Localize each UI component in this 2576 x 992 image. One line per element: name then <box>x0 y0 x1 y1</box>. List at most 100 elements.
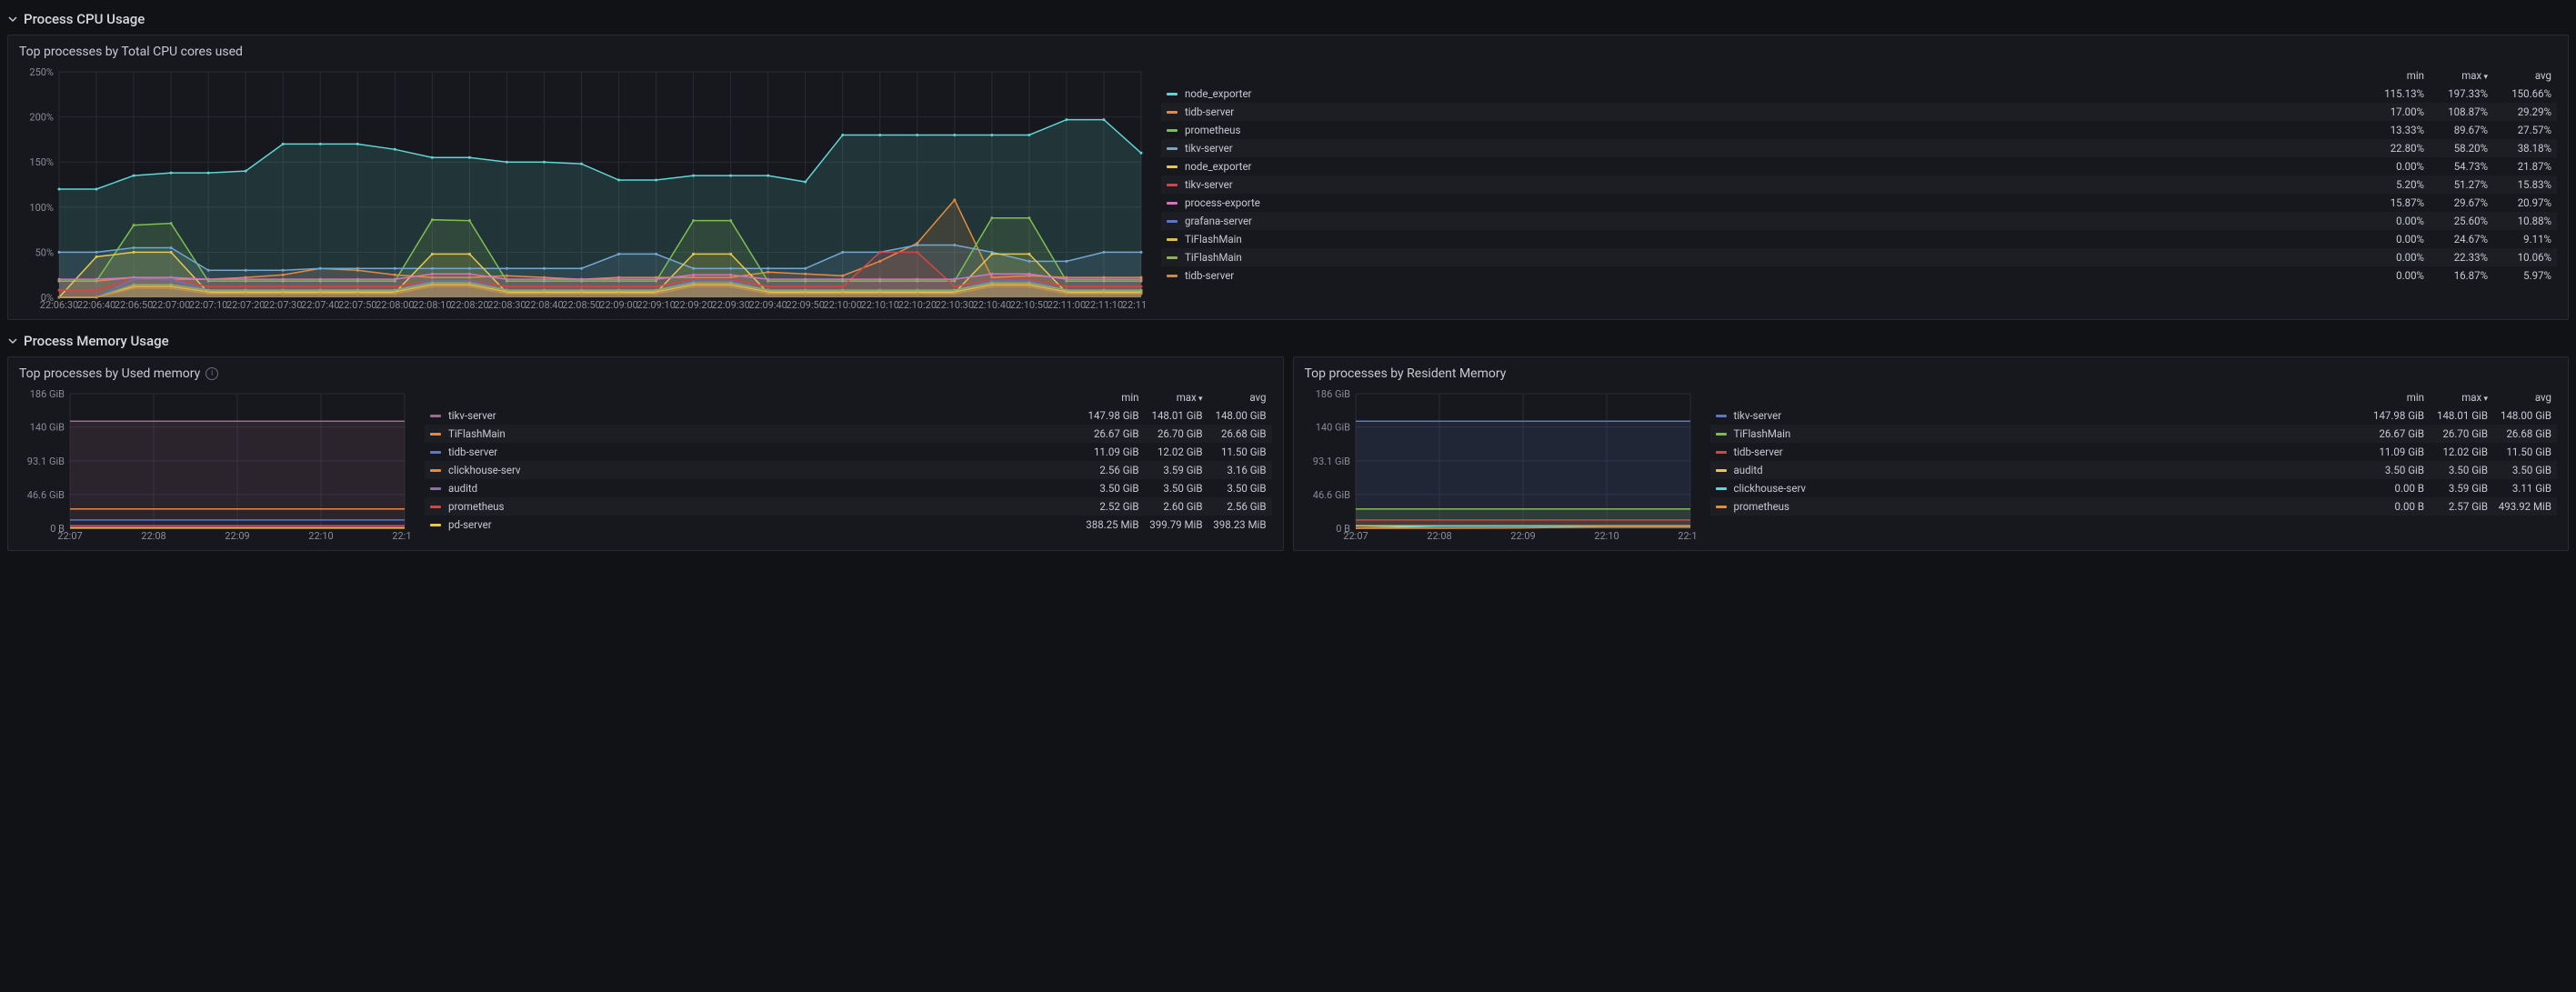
legend-row[interactable]: TiFlashMain0.00%24.67%9.11% <box>1161 230 2557 248</box>
legend-header-max[interactable]: max <box>1139 391 1203 404</box>
svg-text:22:11:00: 22:11:00 <box>1047 299 1086 311</box>
svg-text:22:11:10: 22:11:10 <box>1085 299 1123 311</box>
legend-header-avg[interactable]: avg <box>2488 69 2551 82</box>
legend-min: 5.20% <box>2360 178 2424 191</box>
section-toggle-mem[interactable]: Process Memory Usage <box>7 329 2569 353</box>
legend-min: 26.67 GiB <box>2360 427 2424 440</box>
legend-row[interactable]: node_exporter115.13%197.33%150.66% <box>1161 85 2557 103</box>
legend-min: 0.00% <box>2360 160 2424 173</box>
legend-series-name: clickhouse-serv <box>443 464 1076 476</box>
legend-row[interactable]: tikv-server22.80%58.20%38.18% <box>1161 139 2557 157</box>
legend-avg: 5.97% <box>2488 269 2551 282</box>
legend-swatch <box>1167 275 1178 277</box>
legend-avg: 493.92 MiB <box>2488 500 2551 513</box>
legend-header-max[interactable]: max <box>2424 391 2488 404</box>
mem-used-legend: min max avg tikv-server147.98 GiB148.01 … <box>425 388 1272 543</box>
legend-avg: 3.11 GiB <box>2488 482 2551 495</box>
legend-min: 3.50 GiB <box>2360 464 2424 476</box>
section-toggle-cpu[interactable]: Process CPU Usage <box>7 7 2569 31</box>
legend-row[interactable]: auditd3.50 GiB3.50 GiB3.50 GiB <box>425 479 1272 497</box>
legend-row[interactable]: auditd3.50 GiB3.50 GiB3.50 GiB <box>1710 461 2558 479</box>
svg-text:46.6 GiB: 46.6 GiB <box>1312 489 1349 501</box>
svg-text:22:07:50: 22:07:50 <box>338 299 376 311</box>
legend-swatch <box>1167 165 1178 168</box>
cpu-chart[interactable]: 0%50%100%150%200%250%22:06:3022:06:4022:… <box>19 66 1147 312</box>
legend-row[interactable]: prometheus0.00 B2.57 GiB493.92 MiB <box>1710 497 2558 516</box>
legend-min: 0.00% <box>2360 233 2424 245</box>
legend-series-name: process-exporte <box>1179 196 2360 209</box>
legend-min: 147.98 GiB <box>2360 409 2424 422</box>
legend-avg: 11.50 GiB <box>1203 446 1267 458</box>
legend-row[interactable]: TiFlashMain0.00%22.33%10.06% <box>1161 248 2557 266</box>
legend-series-name: tidb-server <box>1729 446 2361 458</box>
legend-row[interactable]: grafana-server0.00%25.60%10.88% <box>1161 212 2557 230</box>
legend-series-name: prometheus <box>1179 124 2360 136</box>
legend-min: 147.98 GiB <box>1076 409 1139 422</box>
svg-text:22:09: 22:09 <box>1510 530 1535 542</box>
legend-max: 54.73% <box>2424 160 2488 173</box>
legend-swatch <box>1167 256 1178 259</box>
svg-text:22:11: 22:11 <box>1678 530 1696 542</box>
legend-row[interactable]: node_exporter0.00%54.73%21.87% <box>1161 157 2557 175</box>
legend-row[interactable]: process-exporte15.87%29.67%20.97% <box>1161 194 2557 212</box>
svg-text:250%: 250% <box>29 66 54 78</box>
legend-row[interactable]: tidb-server0.00%16.87%5.97% <box>1161 266 2557 285</box>
legend-row[interactable]: clickhouse-serv2.56 GiB3.59 GiB3.16 GiB <box>425 461 1272 479</box>
legend-header-avg[interactable]: avg <box>1203 391 1267 404</box>
legend-row[interactable]: tidb-server11.09 GiB12.02 GiB11.50 GiB <box>1710 443 2558 461</box>
legend-header-min[interactable]: min <box>1076 391 1139 404</box>
legend-max: 26.70 GiB <box>2424 427 2488 440</box>
info-icon[interactable]: i <box>205 367 218 380</box>
legend-row[interactable]: tikv-server5.20%51.27%15.83% <box>1161 175 2557 194</box>
cpu-legend: min max avg node_exporter115.13%197.33%1… <box>1161 66 2557 312</box>
legend-header-min[interactable]: min <box>2360 391 2424 404</box>
legend-row[interactable]: TiFlashMain26.67 GiB26.70 GiB26.68 GiB <box>1710 425 2558 443</box>
svg-text:22:09:20: 22:09:20 <box>674 299 712 311</box>
legend-series-name: node_exporter <box>1179 160 2360 173</box>
legend-avg: 26.68 GiB <box>2488 427 2551 440</box>
legend-row[interactable]: tikv-server147.98 GiB148.01 GiB148.00 Gi… <box>425 406 1272 425</box>
legend-max: 148.01 GiB <box>1139 409 1203 422</box>
svg-text:22:07: 22:07 <box>57 530 82 542</box>
legend-header-avg[interactable]: avg <box>2488 391 2551 404</box>
legend-min: 13.33% <box>2360 124 2424 136</box>
legend-min: 11.09 GiB <box>2360 446 2424 458</box>
svg-text:22:08:30: 22:08:30 <box>487 299 526 311</box>
legend-swatch <box>1716 469 1727 472</box>
svg-text:22:10:40: 22:10:40 <box>973 299 1011 311</box>
legend-max: 3.50 GiB <box>1139 482 1203 495</box>
svg-text:22:08: 22:08 <box>1427 530 1451 542</box>
legend-avg: 150.66% <box>2488 87 2551 100</box>
legend-row[interactable]: tidb-server11.09 GiB12.02 GiB11.50 GiB <box>425 443 1272 461</box>
legend-row[interactable]: tidb-server17.00%108.87%29.29% <box>1161 103 2557 121</box>
legend-min: 17.00% <box>2360 105 2424 118</box>
panel-title[interactable]: Top processes by Total CPU cores used <box>19 45 2557 59</box>
svg-text:150%: 150% <box>29 156 54 168</box>
legend-header-min[interactable]: min <box>2360 69 2424 82</box>
legend-avg: 3.50 GiB <box>1203 482 1267 495</box>
legend-series-name: prometheus <box>1729 500 2361 513</box>
mem-res-chart[interactable]: 0 B46.6 GiB93.1 GiB140 GiB186 GiB22:0722… <box>1305 388 1696 543</box>
svg-text:140 GiB: 140 GiB <box>1315 422 1349 434</box>
svg-text:22:11: 22:11 <box>392 530 410 542</box>
legend-swatch <box>430 451 441 454</box>
legend-row[interactable]: pd-server388.25 MiB399.79 MiB398.23 MiB <box>425 516 1272 534</box>
legend-header-max[interactable]: max <box>2424 69 2488 82</box>
svg-text:22:07:20: 22:07:20 <box>226 299 265 311</box>
legend-avg: 9.11% <box>2488 233 2551 245</box>
legend-max: 89.67% <box>2424 124 2488 136</box>
svg-text:22:10: 22:10 <box>308 530 333 542</box>
legend-row[interactable]: TiFlashMain26.67 GiB26.70 GiB26.68 GiB <box>425 425 1272 443</box>
legend-min: 0.00% <box>2360 251 2424 264</box>
mem-used-chart[interactable]: 0 B46.6 GiB93.1 GiB140 GiB186 GiB22:0722… <box>19 388 410 543</box>
legend-row[interactable]: tikv-server147.98 GiB148.01 GiB148.00 Gi… <box>1710 406 2558 425</box>
panel-title[interactable]: Top processes by Used memory i <box>19 366 1272 381</box>
svg-text:46.6 GiB: 46.6 GiB <box>27 489 65 501</box>
legend-avg: 15.83% <box>2488 178 2551 191</box>
legend-row[interactable]: prometheus13.33%89.67%27.57% <box>1161 121 2557 139</box>
legend-row[interactable]: clickhouse-serv0.00 B3.59 GiB3.11 GiB <box>1710 479 2558 497</box>
legend-row[interactable]: prometheus2.52 GiB2.60 GiB2.56 GiB <box>425 497 1272 516</box>
legend-swatch <box>430 433 441 436</box>
panel-title[interactable]: Top processes by Resident Memory <box>1305 366 2558 381</box>
svg-text:50%: 50% <box>35 246 54 258</box>
